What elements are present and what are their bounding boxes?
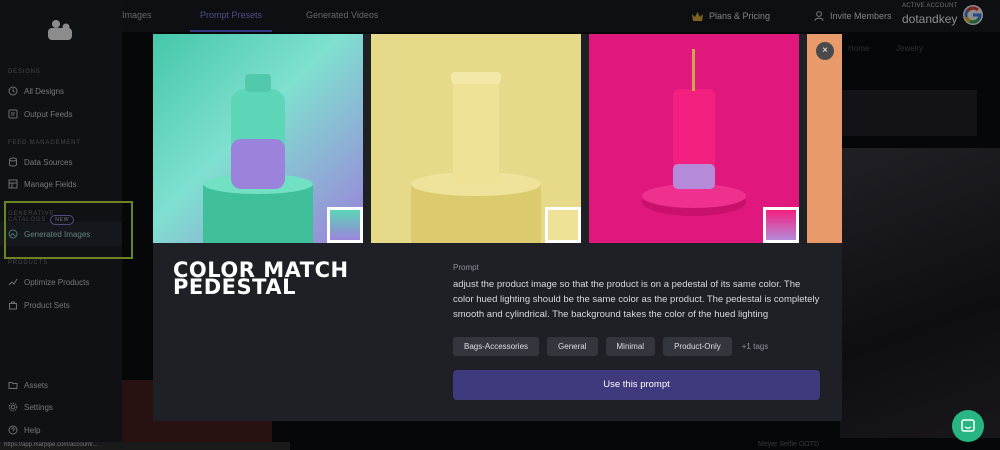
tag-chip[interactable]: Bags-Accessories: [453, 337, 540, 356]
preview-image-strip: [153, 34, 842, 243]
chat-icon: [961, 419, 975, 432]
preview-image-2[interactable]: [371, 34, 581, 243]
prompt-text: adjust the product image so that the pro…: [453, 279, 820, 320]
preview-image-1[interactable]: [153, 34, 363, 243]
chat-launcher-button[interactable]: [952, 410, 984, 442]
status-url-bar: https://app.marpipe.com/account/...: [0, 442, 290, 450]
variant-thumbnail: [545, 207, 581, 243]
tag-chip[interactable]: Minimal: [605, 337, 656, 356]
tag-chip[interactable]: General: [547, 337, 598, 356]
variant-thumbnail: [763, 207, 799, 243]
tag-chip[interactable]: Product-Only: [663, 337, 732, 356]
more-tags-link[interactable]: +1 tags: [742, 342, 768, 351]
tag-list: Bags-Accessories General Minimal Product…: [453, 337, 768, 356]
prompt-label: Prompt: [453, 263, 479, 272]
variant-thumbnail: [327, 207, 363, 243]
preview-image-4[interactable]: [807, 34, 842, 243]
close-button[interactable]: ×: [816, 42, 834, 60]
preview-image-3[interactable]: [589, 34, 799, 243]
use-prompt-button[interactable]: Use this prompt: [453, 370, 820, 400]
prompt-preset-modal: × COLOR MATCH PEDESTAL Prompt adjust the…: [153, 34, 842, 421]
preset-title: COLOR MATCH PEDESTAL: [173, 258, 349, 299]
